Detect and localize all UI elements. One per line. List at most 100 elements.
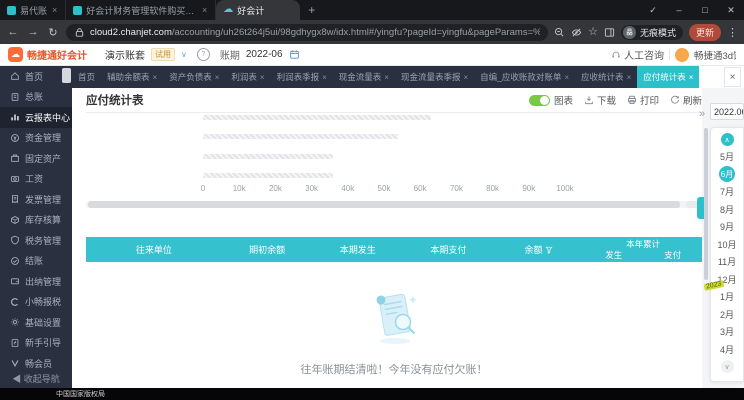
period-value[interactable]: 2022-06 (246, 49, 283, 60)
browser-tab-pricing[interactable]: 好会计财务管理软件购买价格页... × (66, 0, 217, 20)
sidebar-item-closing[interactable]: 结账 (0, 251, 72, 272)
reload-icon[interactable]: ↻ (46, 26, 60, 39)
app-tab-2[interactable]: 资产负债表 × (163, 66, 225, 88)
sidebar-item-ledger[interactable]: 总账 (0, 87, 72, 108)
month-item-11月[interactable]: 11月 (711, 253, 743, 271)
sidebar-item-xiaochang-tax[interactable]: 小畅报税 (0, 292, 72, 313)
tab-close-icon[interactable]: × (322, 73, 327, 82)
tab-close-icon[interactable]: × (153, 73, 158, 82)
print-button[interactable]: 打印 (627, 93, 659, 107)
sidebar-item-invoice[interactable]: 发票管理 (0, 189, 72, 210)
zoom-out-icon[interactable] (554, 27, 565, 38)
month-item-2月[interactable]: 2月 (711, 306, 743, 324)
account-set-name[interactable]: 演示账套 (105, 47, 145, 62)
account-chevron-down-icon[interactable]: ∨ (181, 50, 187, 59)
browser-tab-haokuaiji[interactable]: ☁ 好会计 (216, 0, 301, 20)
tab-close-icon[interactable]: × (564, 73, 569, 82)
month-panel-header[interactable]: 2022.06 (710, 103, 744, 120)
month-item-3月[interactable]: 3月 (711, 323, 743, 341)
tab-close-icon[interactable]: × (260, 73, 265, 82)
empty-illustration (358, 288, 430, 346)
tab-close-icon[interactable]: × (689, 73, 694, 82)
tab-close-icon[interactable]: × (384, 73, 389, 82)
sidebar-item-funds[interactable]: 资金管理 (0, 128, 72, 149)
month-item-7月[interactable]: 7月 (711, 183, 743, 201)
vertical-scrollbar[interactable] (704, 128, 708, 280)
tab-close-icon[interactable]: × (627, 73, 632, 82)
sidebar-item-guide[interactable]: 新手引导 (0, 333, 72, 354)
app-tab-0[interactable]: 首页 (72, 66, 101, 88)
restore-button[interactable]: □ (692, 0, 718, 20)
sidebar-item-salary[interactable]: 工资 (0, 169, 72, 190)
filter-icon[interactable] (545, 246, 553, 254)
app-tab-9[interactable]: 应付统计表 × (637, 66, 700, 88)
incognito-badge[interactable]: 无痕模式 (620, 24, 683, 40)
user-name[interactable]: 畅捷通3d饰… (694, 48, 736, 62)
sidebar-collapse-button[interactable]: ◀ 收起导航 (0, 372, 72, 385)
user-avatar[interactable] (675, 47, 689, 62)
month-item-8月[interactable]: 8月 (711, 201, 743, 219)
tab-close-icon[interactable]: × (51, 5, 58, 15)
sidebar-item-tax[interactable]: 税务管理 (0, 230, 72, 251)
app-tab-label: 应付统计表 (643, 72, 686, 82)
app-tab-5[interactable]: 现金流量表 × (333, 66, 395, 88)
profile-check-icon[interactable]: ✓ (640, 0, 666, 20)
app-tab-label: 首页 (78, 72, 96, 82)
app-tab-8[interactable]: 应收统计表 × (575, 66, 637, 88)
month-scroll-down-icon[interactable]: ∨ (720, 360, 734, 373)
invoice-icon (10, 194, 20, 204)
tab-close-icon[interactable]: × (463, 73, 468, 82)
support-button[interactable]: 人工咨询 (611, 47, 664, 62)
new-tab-button[interactable]: + (308, 3, 315, 17)
refresh-button[interactable]: 刷新 (670, 93, 702, 107)
app-tab-6[interactable]: 现金流量表季报 × (395, 66, 474, 88)
close-window-button[interactable]: ✕ (718, 0, 744, 20)
sidebar-item-report-center[interactable]: 云报表中心 (0, 107, 72, 128)
sidebar-item-cashier[interactable]: 出纳管理 (0, 271, 72, 292)
url-path: /accounting/uh26t264j5ui/98gdhygx8w/idx.… (171, 26, 540, 38)
settings-icon (10, 317, 20, 327)
feedback-tab[interactable] (697, 197, 704, 219)
minimize-button[interactable]: – (666, 0, 692, 20)
fixed-assets-icon (10, 153, 20, 163)
app-tab-4[interactable]: 利润表季报 × (271, 66, 333, 88)
forward-icon[interactable]: → (26, 26, 40, 38)
download-button[interactable]: 下载 (584, 93, 616, 107)
sidebar-item-settings[interactable]: 基础设置 (0, 312, 72, 333)
app-tab-3[interactable]: 利润表 × (225, 66, 270, 88)
chrome-update-button[interactable]: 更新 (688, 23, 721, 41)
month-item-10月[interactable]: 10月 (711, 236, 743, 254)
app-tab-7[interactable]: 自编_应收账款对账单 × (474, 66, 575, 88)
inventory-icon (10, 215, 20, 225)
help-icon[interactable]: ? (196, 48, 210, 61)
month-scroll-up-icon[interactable]: ∧ (720, 133, 734, 146)
table-column-0: 往来单位 (86, 237, 222, 262)
back-icon[interactable]: ← (6, 26, 20, 38)
browser-menu-icon[interactable]: ⋮ (727, 26, 738, 39)
month-item-9月[interactable]: 9月 (711, 218, 743, 236)
tab-close-icon[interactable]: × (201, 5, 208, 15)
chart-toggle[interactable] (528, 94, 550, 106)
side-panel-icon[interactable] (604, 27, 615, 38)
month-item-5月[interactable]: 5月 (711, 148, 743, 166)
sidebar-item-label: 结账 (25, 256, 44, 267)
address-bar[interactable]: cloud2.chanjet.com/accounting/uh26t264j5… (66, 23, 549, 41)
scrollbar-thumb[interactable] (88, 201, 680, 208)
tab-close-icon[interactable]: × (215, 73, 220, 82)
month-item-1月[interactable]: 2023 1月 (703, 280, 743, 306)
month-item-4月[interactable]: 4月 (711, 341, 743, 359)
calendar-icon[interactable] (289, 49, 300, 60)
bookmark-star-icon[interactable]: ☆ (588, 26, 598, 38)
sidebar: 首页 总账 云报表中心 资金管理 固定资产 工资 发票管理 库存核算 税务管理 … (0, 66, 72, 388)
browser-tab-yidaizhang[interactable]: 易代账 × (0, 0, 67, 20)
subcolumn-paid: 支付 (664, 249, 682, 260)
sidebar-item-member[interactable]: 畅会员 (0, 353, 72, 374)
month-item-6月[interactable]: 6月 (711, 166, 743, 184)
sidebar-item-inventory[interactable]: 库存核算 (0, 210, 72, 231)
close-all-tabs-button[interactable]: × (724, 67, 741, 87)
sidebar-resize-grip[interactable] (62, 68, 71, 83)
panel-collapse-icon[interactable]: » (699, 108, 705, 120)
app-tab-1[interactable]: 辅助余额表 × (101, 66, 163, 88)
eye-off-icon[interactable] (571, 27, 582, 38)
sidebar-item-fixed-assets[interactable]: 固定资产 (0, 148, 72, 169)
